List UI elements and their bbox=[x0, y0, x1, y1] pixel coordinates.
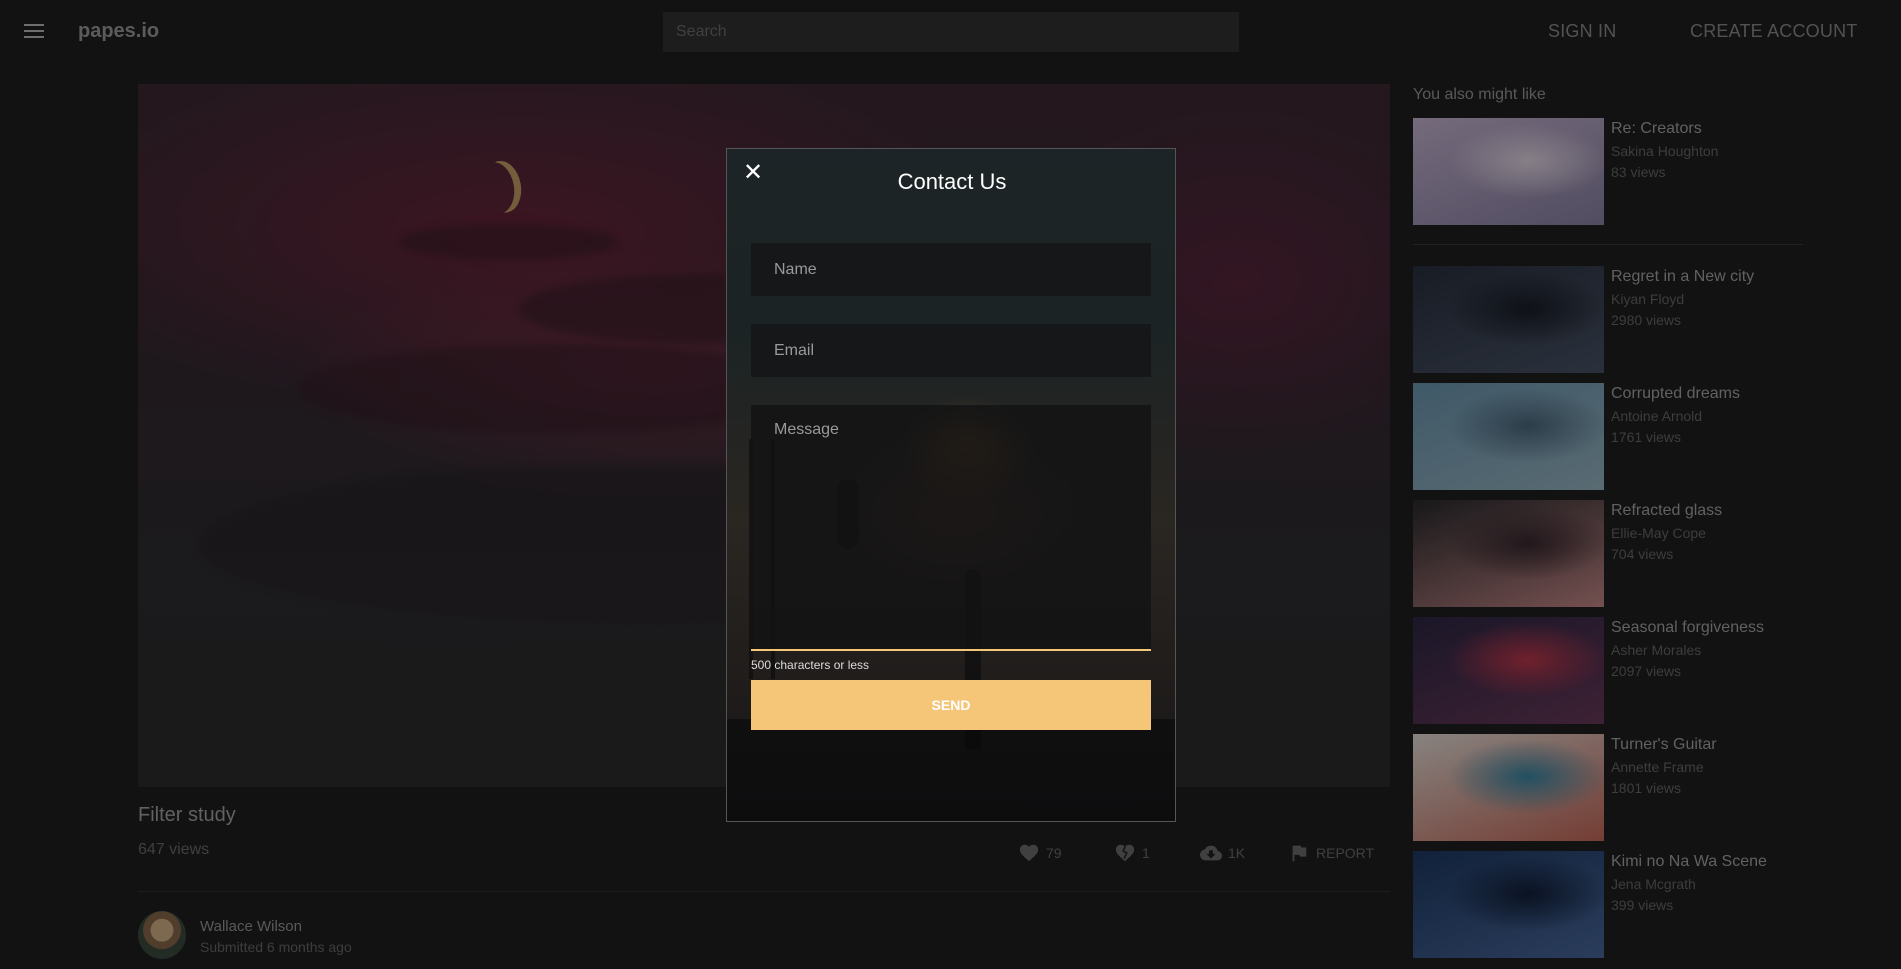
modal-title: Contact Us bbox=[897, 169, 1007, 194]
email-field[interactable] bbox=[751, 324, 1151, 377]
message-field[interactable] bbox=[751, 405, 1151, 651]
character-limit-hint: 500 characters or less bbox=[751, 658, 870, 672]
send-button[interactable]: SEND bbox=[751, 680, 1151, 730]
name-field[interactable] bbox=[751, 243, 1151, 296]
contact-modal: ✕ Contact Us 500 characters or less SEND bbox=[726, 148, 1176, 822]
